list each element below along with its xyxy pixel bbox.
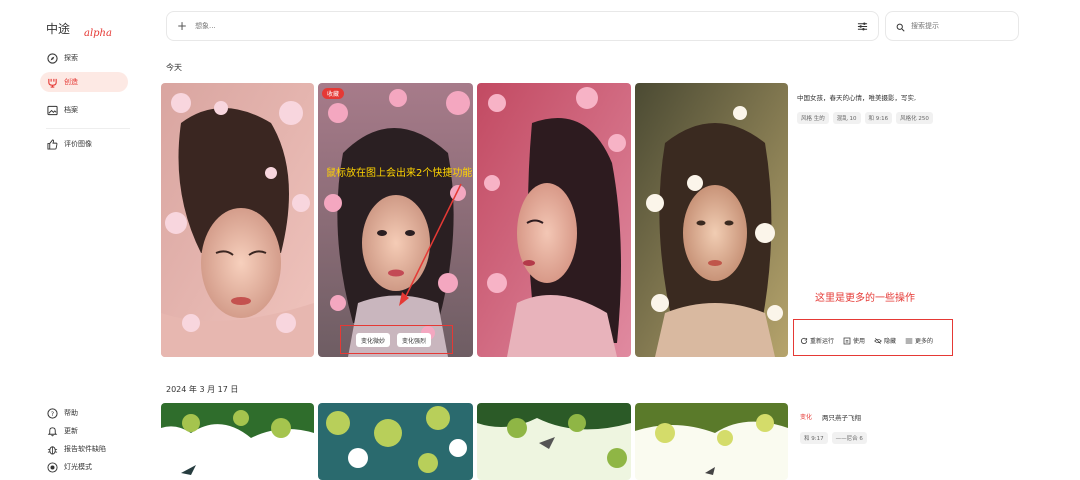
annotation-arrow (399, 183, 462, 306)
compass-icon (46, 52, 58, 64)
sidebar-item-label: 帮助 (64, 409, 78, 417)
sidebar-item-label: 创造 (64, 78, 78, 86)
search-icon (896, 17, 905, 36)
section-date: 2024 年 3 月 17 日 (166, 385, 239, 394)
app-window: 中途 alpha 探索 创造 档案 评价图像 ? 帮助 更新 报告软件缺陷 灯光… (0, 0, 1080, 480)
sidebar-item-create[interactable]: 创造 (40, 72, 128, 92)
sidebar-item-updates[interactable]: 更新 (40, 421, 84, 441)
variation-badge: 变化 (800, 414, 813, 421)
parameter-tags: 和 9:17 ——尼合 6 (800, 432, 867, 444)
action-label: 隐藏 (884, 338, 897, 345)
generated-image[interactable] (161, 403, 314, 480)
add-icon[interactable]: + (177, 19, 187, 33)
bell-icon (46, 425, 58, 437)
action-label: 重新运行 (810, 338, 835, 345)
eye-off-icon (874, 337, 882, 344)
annotation-more-text: 这里是更多的一些操作 (815, 293, 915, 304)
help-icon: ? (46, 407, 58, 419)
sidebar-item-archive[interactable]: 档案 (40, 100, 84, 120)
sidebar-item-label: 灯光模式 (64, 463, 92, 471)
use-button[interactable]: 使用 (843, 336, 865, 345)
settings-sliders-icon[interactable] (857, 17, 868, 36)
sidebar-item-help[interactable]: ? 帮助 (40, 403, 84, 423)
rerun-button[interactable]: 重新运行 (800, 336, 834, 345)
param-tag[interactable]: ——尼合 6 (831, 432, 867, 444)
imagine-input[interactable] (195, 22, 857, 30)
prompt-text[interactable]: 两只燕子飞翔 (822, 412, 861, 422)
hide-button[interactable]: 隐藏 (874, 336, 896, 345)
search-input[interactable] (911, 22, 1001, 30)
create-icon (46, 76, 58, 88)
sidebar-item-report-bug[interactable]: 报告软件缺陷 (40, 439, 112, 459)
parameter-tags: 风格 生的 混乱 10 和 9:16 风格化 250 (797, 112, 933, 124)
param-tag[interactable]: 混乱 10 (832, 112, 861, 124)
imagine-bar: + (166, 11, 879, 41)
action-label: 使用 (853, 338, 866, 345)
param-tag[interactable]: 风格 生的 (797, 112, 829, 124)
use-icon (843, 337, 851, 344)
thumbs-up-icon (46, 138, 58, 150)
sidebar-item-label: 更新 (64, 427, 78, 435)
annotation-box (340, 325, 453, 354)
search-box (885, 11, 1019, 41)
generated-image[interactable] (477, 403, 631, 480)
annotation-quick-text: 鼠标放在图上会出来2个快捷功能 (326, 168, 473, 179)
generated-image[interactable] (161, 83, 314, 357)
param-tag[interactable]: 和 9:16 (864, 112, 893, 124)
menu-icon (905, 338, 913, 343)
sidebar-item-label: 探索 (64, 54, 78, 62)
favorite-badge[interactable]: 收藏 (322, 88, 345, 99)
generated-image[interactable] (635, 403, 788, 480)
bug-icon (46, 443, 58, 455)
more-button[interactable]: 更多的 (905, 336, 933, 345)
generated-image[interactable] (318, 403, 473, 480)
section-date: 今天 (166, 63, 182, 72)
sidebar-item-label: 报告软件缺陷 (64, 445, 106, 453)
prompt-text[interactable]: 中国女孩，春天的心情，唯美摄影，写实, (797, 92, 916, 102)
param-tag[interactable]: 和 9:17 (800, 432, 828, 444)
svg-text:?: ? (50, 409, 53, 417)
image-icon (46, 104, 58, 116)
sidebar-divider (46, 128, 130, 129)
action-bar: 重新运行 使用 隐藏 更多的 (800, 336, 933, 345)
sidebar-item-rate-images[interactable]: 评价图像 (40, 134, 98, 154)
sidebar-item-explore[interactable]: 探索 (40, 48, 84, 68)
sun-icon (46, 461, 58, 473)
sidebar-item-light-mode[interactable]: 灯光模式 (40, 457, 98, 477)
sidebar: 中途 alpha 探索 创造 档案 评价图像 ? 帮助 更新 报告软件缺陷 灯光… (0, 0, 140, 480)
generated-image[interactable] (635, 83, 788, 357)
action-label: 更多的 (915, 338, 934, 345)
brand-logo[interactable]: 中途 (46, 20, 70, 37)
refresh-icon (800, 337, 808, 344)
sidebar-item-label: 评价图像 (64, 140, 92, 148)
param-tag[interactable]: 风格化 250 (896, 112, 933, 124)
alpha-badge: alpha (84, 28, 112, 39)
generated-image[interactable] (477, 83, 631, 357)
sidebar-item-label: 档案 (64, 106, 78, 114)
